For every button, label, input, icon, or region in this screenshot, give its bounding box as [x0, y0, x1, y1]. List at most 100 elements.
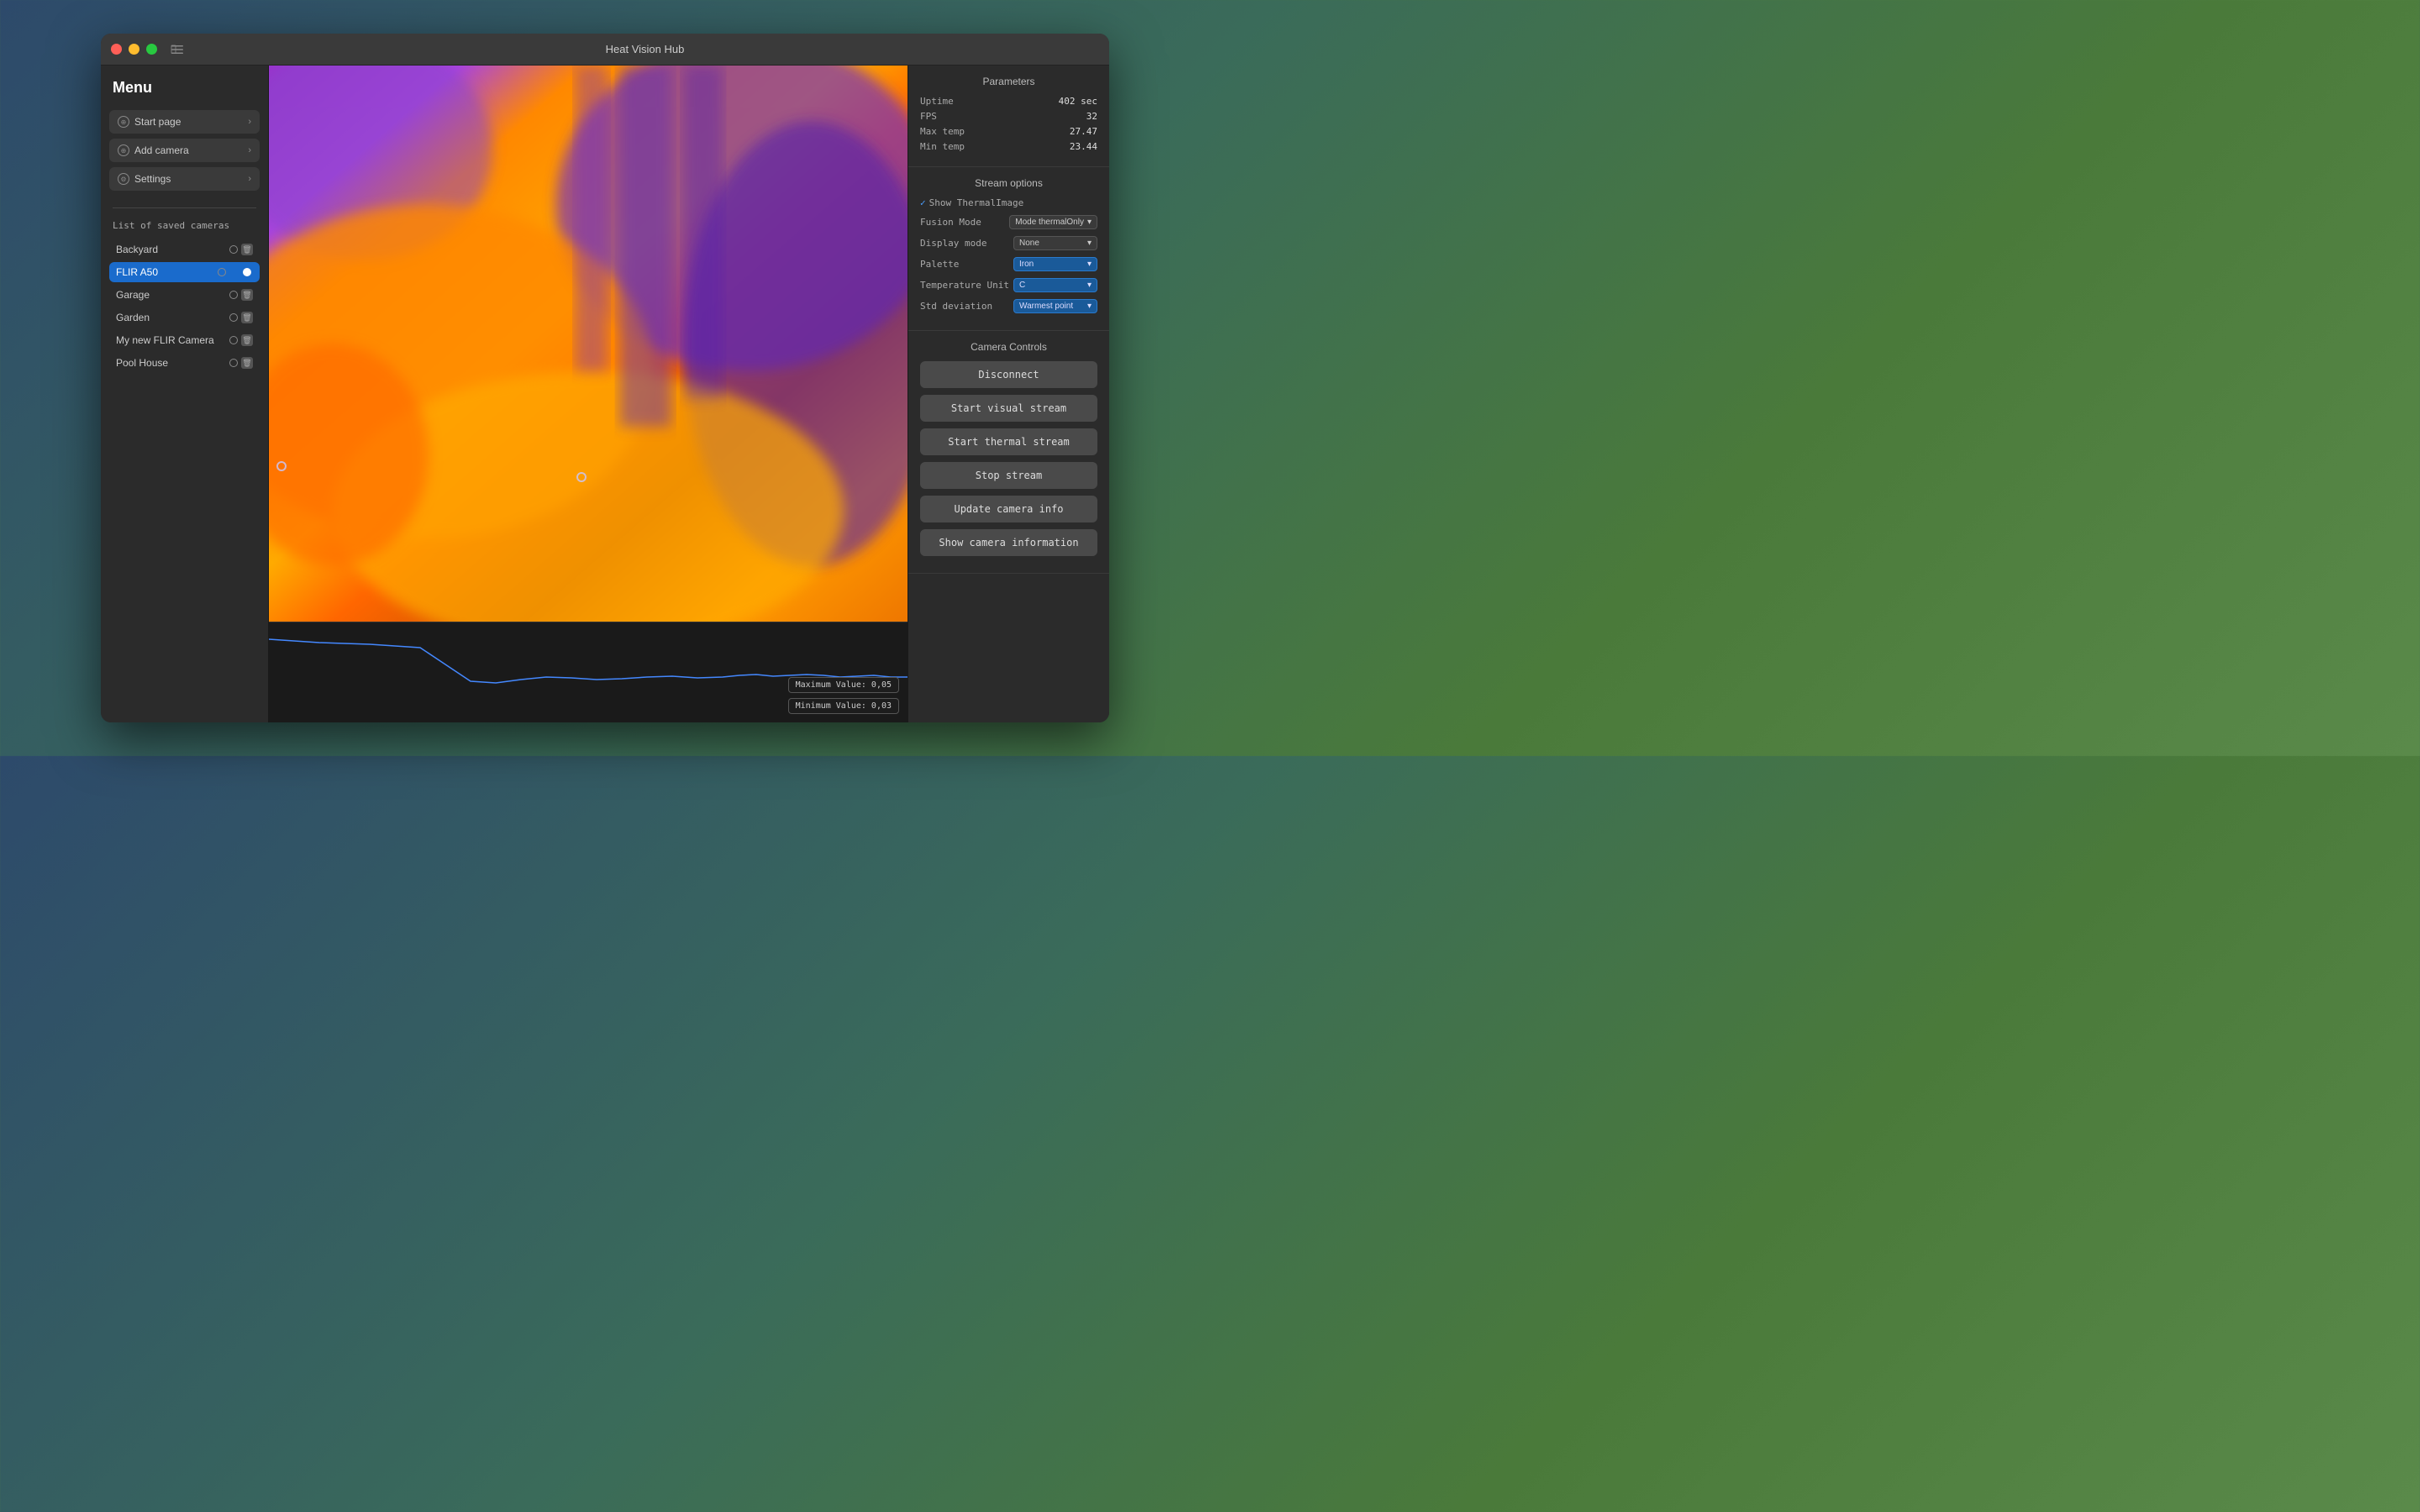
backyard-label: Backyard — [116, 244, 158, 255]
std-dev-chevron: ▾ — [1087, 302, 1092, 311]
status-dot-my-flir — [229, 336, 238, 344]
sidebar-item-my-new-flir[interactable]: My new FLIR Camera 🗑 — [109, 330, 260, 350]
chart-area: Maximum Value: 0,05 Minimum Value: 0,03 — [269, 622, 908, 722]
pool-house-label: Pool House — [116, 357, 168, 369]
disconnect-button[interactable]: Disconnect — [920, 361, 1097, 388]
palette-label: Palette — [920, 259, 959, 270]
chart-labels: Maximum Value: 0,05 Minimum Value: 0,03 — [788, 677, 899, 714]
status-dot-backyard — [229, 245, 238, 254]
sidebar-item-garden[interactable]: Garden 🗑 — [109, 307, 260, 328]
std-dev-value: Warmest point — [1019, 302, 1073, 311]
sidebar-item-add-camera[interactable]: ⊕ Add camera › — [109, 139, 260, 162]
stream-options-section: Stream options ✓ Show ThermalImage Fusio… — [908, 167, 1109, 331]
my-new-flir-label: My new FLIR Camera — [116, 334, 214, 346]
fusion-mode-label: Fusion Mode — [920, 217, 981, 228]
temp-unit-select[interactable]: C ▾ — [1013, 278, 1097, 292]
param-row-min-temp: Min temp 23.44 — [920, 141, 1097, 152]
trash-icon-garden[interactable]: 🗑 — [241, 312, 253, 323]
trash-icon-garage[interactable]: 🗑 — [241, 289, 253, 301]
min-value-label: Minimum Value: 0,03 — [788, 698, 899, 714]
sidebar-item-settings[interactable]: ⚙ Settings › — [109, 167, 260, 191]
camera-controls-title: Camera Controls — [920, 341, 1097, 353]
show-thermal-label: Show ThermalImage — [929, 197, 1024, 208]
stop-stream-button[interactable]: Stop stream — [920, 462, 1097, 489]
start-visual-stream-button[interactable]: Start visual stream — [920, 395, 1097, 422]
trash-icon-pool-house[interactable]: 🗑 — [241, 357, 253, 369]
min-temp-value: 23.44 — [1070, 141, 1097, 152]
fusion-mode-value: Mode thermalOnly — [1015, 218, 1084, 227]
display-chevron: ▾ — [1087, 239, 1092, 248]
sidebar-item-start-page[interactable]: ⊕ Start page › — [109, 110, 260, 134]
palette-value: Iron — [1019, 260, 1034, 269]
param-row-fps: FPS 32 — [920, 111, 1097, 122]
toggle-flir[interactable] — [229, 266, 253, 278]
content-area: Maximum Value: 0,05 Minimum Value: 0,03 — [269, 66, 908, 722]
fusion-mode-select[interactable]: Mode thermalOnly ▾ — [1009, 215, 1097, 229]
max-value-label: Maximum Value: 0,05 — [788, 677, 899, 693]
start-page-icon: ⊕ — [118, 116, 129, 128]
app-window: Heat Vision Hub Menu ⊕ Start page › ⊕ Ad… — [101, 34, 1109, 722]
camera-feed — [269, 66, 908, 622]
sidebar-item-garage[interactable]: Garage 🗑 — [109, 285, 260, 305]
sidebar-item-pool-house[interactable]: Pool House 🗑 — [109, 353, 260, 373]
status-dot-garage — [229, 291, 238, 299]
palette-chevron: ▾ — [1087, 260, 1092, 269]
uptime-label: Uptime — [920, 96, 954, 107]
add-camera-icon: ⊕ — [118, 144, 129, 156]
camera-list-title: List of saved cameras — [109, 220, 260, 231]
window-title: Heat Vision Hub — [191, 43, 1099, 55]
temp-unit-value: C — [1019, 281, 1025, 290]
update-camera-info-button[interactable]: Update camera info — [920, 496, 1097, 522]
sidebar-toggle-icon[interactable] — [171, 43, 184, 56]
sidebar-item-backyard[interactable]: Backyard 🗑 — [109, 239, 260, 260]
std-dev-row: Std deviation Warmest point ▾ — [920, 299, 1097, 313]
crosshair-1 — [276, 461, 287, 471]
sidebar-item-flir-a50[interactable]: FLIR A50 — [109, 262, 260, 282]
stream-options-title: Stream options — [920, 177, 1097, 189]
max-temp-value: 27.47 — [1070, 126, 1097, 137]
std-dev-select[interactable]: Warmest point ▾ — [1013, 299, 1097, 313]
display-mode-value: None — [1019, 239, 1039, 248]
std-dev-label: Std deviation — [920, 301, 992, 312]
status-dot-pool-house — [229, 359, 238, 367]
show-camera-information-button[interactable]: Show camera information — [920, 529, 1097, 556]
chevron-icon-3: › — [248, 174, 251, 184]
max-temp-label: Max temp — [920, 126, 965, 137]
param-row-max-temp: Max temp 27.47 — [920, 126, 1097, 137]
sidebar-divider — [113, 207, 256, 208]
status-dot-garden — [229, 313, 238, 322]
thermal-image — [269, 66, 908, 622]
settings-icon: ⚙ — [118, 173, 129, 185]
right-panel: Parameters Uptime 402 sec FPS 32 Max tem… — [908, 66, 1109, 722]
palette-select[interactable]: Iron ▾ — [1013, 257, 1097, 271]
status-dot-flir — [218, 268, 226, 276]
sidebar-title: Menu — [109, 79, 260, 97]
show-thermal-checkbox[interactable]: ✓ Show ThermalImage — [920, 197, 1023, 208]
temp-unit-label: Temperature Unit — [920, 280, 1009, 291]
fusion-chevron: ▾ — [1087, 218, 1092, 227]
chevron-icon: › — [248, 117, 251, 127]
trash-icon-backyard[interactable]: 🗑 — [241, 244, 253, 255]
add-camera-label: Add camera — [134, 144, 189, 156]
trash-icon-my-flir[interactable]: 🗑 — [241, 334, 253, 346]
start-thermal-stream-button[interactable]: Start thermal stream — [920, 428, 1097, 455]
settings-label: Settings — [134, 173, 171, 185]
sidebar: Menu ⊕ Start page › ⊕ Add camera › ⚙ Set… — [101, 66, 269, 722]
toggle-knob — [243, 268, 251, 276]
camera-controls-section: Camera Controls Disconnect Start visual … — [908, 331, 1109, 574]
uptime-value: 402 sec — [1059, 96, 1097, 107]
flir-a50-label: FLIR A50 — [116, 266, 158, 278]
min-temp-label: Min temp — [920, 141, 965, 152]
fusion-mode-row: Fusion Mode Mode thermalOnly ▾ — [920, 215, 1097, 229]
parameters-title: Parameters — [920, 76, 1097, 87]
chevron-icon-2: › — [248, 145, 251, 155]
minimize-button[interactable] — [129, 44, 139, 55]
crosshair-2 — [576, 472, 587, 482]
show-thermal-row: ✓ Show ThermalImage — [920, 197, 1097, 208]
fps-value: 32 — [1086, 111, 1097, 122]
maximize-button[interactable] — [146, 44, 157, 55]
temp-unit-row: Temperature Unit C ▾ — [920, 278, 1097, 292]
close-button[interactable] — [111, 44, 122, 55]
start-page-label: Start page — [134, 116, 181, 128]
display-mode-select[interactable]: None ▾ — [1013, 236, 1097, 250]
